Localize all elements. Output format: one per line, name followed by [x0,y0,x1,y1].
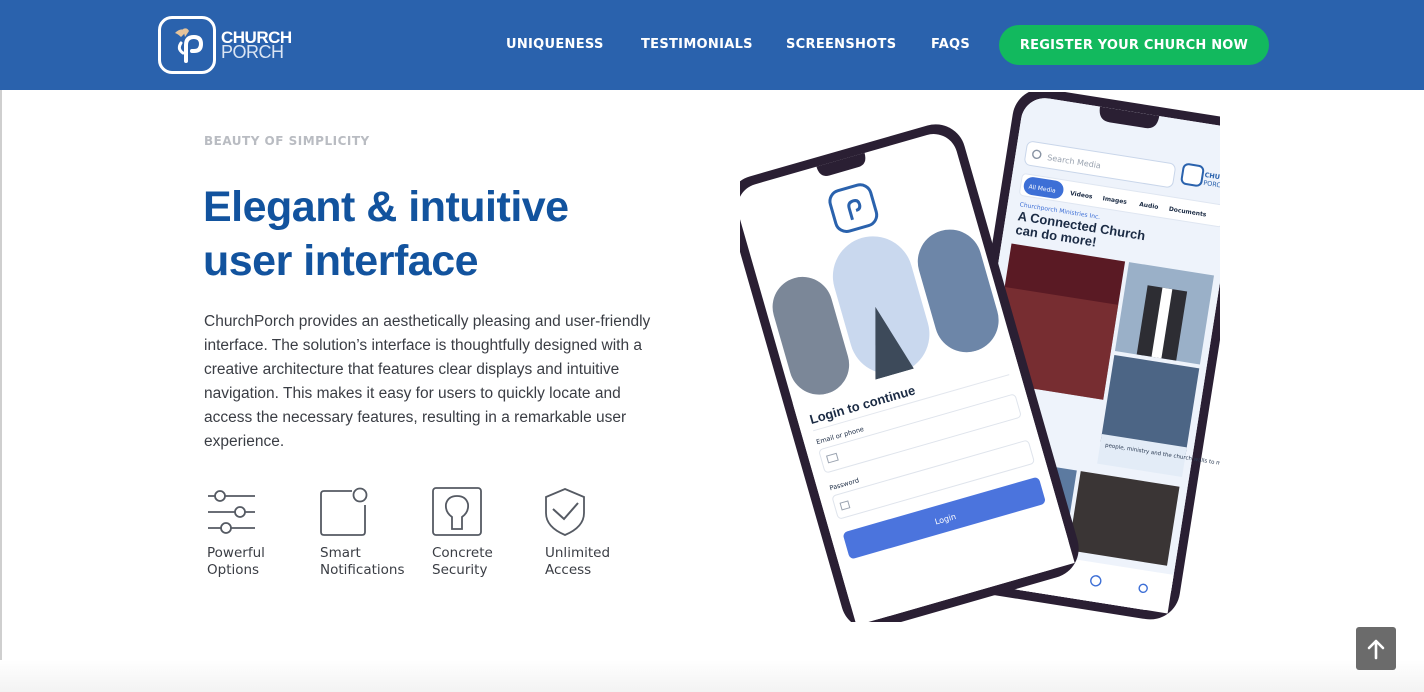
nav-faqs[interactable]: FAQS [931,37,970,52]
logo-mark-icon [158,16,216,74]
feature-label-line-1: Concrete [432,545,493,561]
shield-check-icon [545,488,585,536]
section-headline: Elegant & intuitive user interface [203,180,673,288]
section-description: ChurchPorch provides an aesthetically pl… [204,313,651,450]
feature-label-line-1: Powerful [207,545,265,561]
logo-wordmark: CHURCH PORCH [221,29,292,62]
notification-icon [320,487,368,536]
feature-unlimited-access: Unlimited Access [545,487,655,579]
top-navbar: CHURCH PORCH UNIQUENESS TESTIMONIALS SCR… [0,0,1424,90]
feature-label-line-2: Options [207,562,260,578]
headline-line-2: user interface [203,237,479,285]
nav-testimonials[interactable]: TESTIMONIALS [641,37,753,52]
register-church-button[interactable]: REGISTER YOUR CHURCH NOW [999,25,1269,65]
bottom-shadow [0,660,1424,692]
keyhole-icon [432,487,482,536]
feature-label-line-2: Access [545,562,592,578]
headline-line-1: Elegant & intuitive [203,183,569,231]
feature-concrete-security: Concrete Security [432,487,542,579]
media-app-logo-icon [1180,163,1205,187]
feature-label-line-1: Unlimited [545,545,611,561]
logo-line-2: PORCH [221,42,284,62]
scroll-to-top-button[interactable] [1356,627,1396,670]
site-logo[interactable]: CHURCH PORCH [158,16,292,74]
nav-uniqueness[interactable]: UNIQUENESS [506,37,604,52]
feature-label: Unlimited Access [545,545,655,579]
feature-label-line-1: Smart [320,545,361,561]
app-phone-mockups: Search Media CHURCH PORCH All Media Vide… [740,92,1220,622]
feature-label-line-2: Notifications [320,562,405,578]
arrow-up-icon [1367,639,1385,659]
feature-label: Concrete Security [432,545,542,579]
feature-smart-notifications: Smart Notifications [320,487,430,579]
section-eyebrow: BEAUTY OF SIMPLICITY [204,134,370,148]
page-left-edge [0,90,2,692]
feature-label: Powerful Options [207,545,317,579]
media-image-5 [1068,471,1180,566]
feature-label: Smart Notifications [320,545,430,579]
nav-screenshots[interactable]: SCREENSHOTS [786,37,896,52]
sliders-icon [208,490,255,534]
feature-powerful-options: Powerful Options [207,487,317,579]
feature-label-line-2: Security [432,562,488,578]
